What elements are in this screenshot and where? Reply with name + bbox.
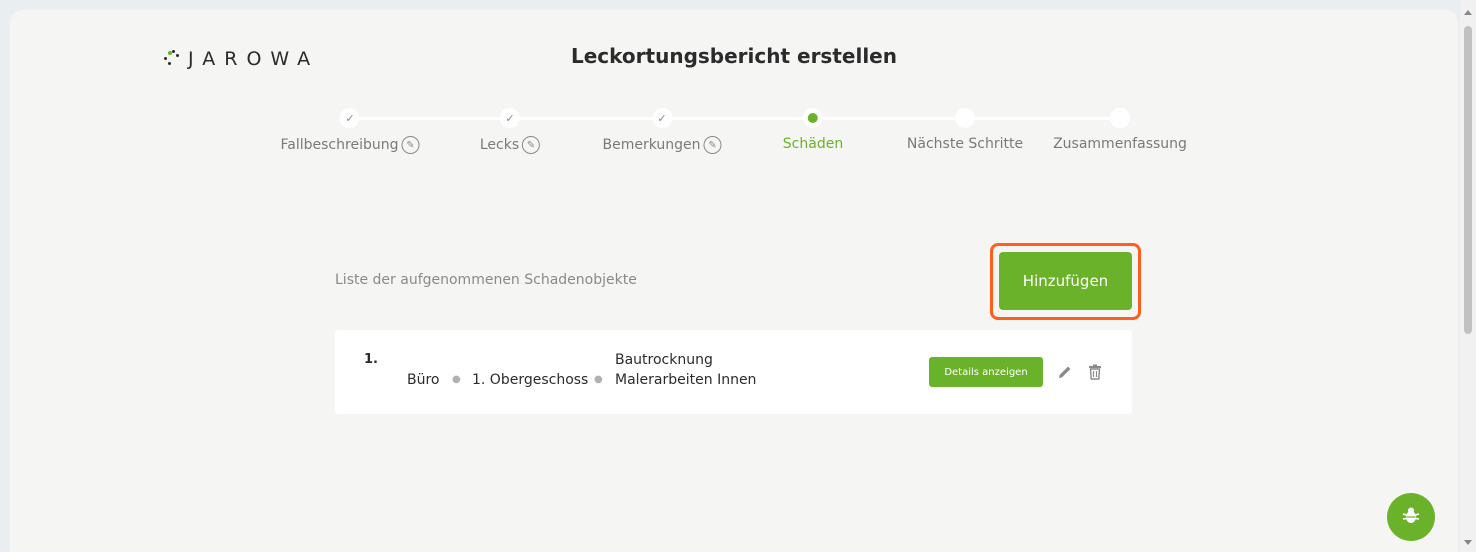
row-floor: 1. Obergeschoss (472, 372, 589, 388)
step-label: Zusammenfassung (1053, 136, 1187, 152)
scroll-thumb[interactable] (1464, 26, 1472, 334)
trash-icon[interactable] (1086, 362, 1104, 382)
step-naechste-schritte[interactable]: Nächste Schritte (907, 108, 1023, 152)
details-button[interactable]: Details anzeigen (929, 357, 1043, 387)
damage-row: 1. Büro ● 1. Obergeschoss ● Bautrocknung… (335, 330, 1132, 414)
check-icon: ✓ (652, 108, 672, 128)
step-label: Fallbeschreibung (280, 137, 399, 153)
pencil-icon[interactable]: ✎ (522, 136, 541, 154)
step-label: Bemerkungen (602, 137, 701, 153)
bug-icon (1400, 504, 1422, 530)
add-button[interactable]: Hinzufügen (999, 252, 1132, 310)
pencil-icon[interactable]: ✎ (401, 136, 420, 154)
row-work: Bautrocknung (615, 352, 713, 368)
step-schaeden[interactable]: Schäden (783, 108, 843, 152)
pending-step-dot (1109, 108, 1130, 128)
step-bemerkungen[interactable]: ✓ Bemerkungen ✎ (602, 108, 722, 154)
step-fallbeschreibung[interactable]: ✓ Fallbeschreibung ✎ (281, 108, 420, 154)
check-icon: ✓ (499, 108, 520, 128)
page-title: Leckortungsbericht erstellen (571, 44, 897, 68)
bug-report-button[interactable] (1387, 493, 1435, 541)
row-room: Büro (407, 372, 440, 388)
step-lecks[interactable]: ✓ Lecks ✎ (479, 108, 541, 154)
pending-step-dot (954, 108, 975, 128)
scroll-down-icon[interactable] (1464, 540, 1472, 545)
main-card: JAROWA (10, 10, 1458, 552)
page-scrollbar[interactable] (1460, 0, 1476, 552)
separator-dot-icon: ● (452, 374, 461, 385)
step-zusammenfassung[interactable]: Zusammenfassung (1053, 108, 1187, 152)
row-number: 1. (364, 352, 378, 367)
check-icon: ✓ (340, 108, 360, 128)
step-label: Nächste Schritte (906, 136, 1024, 152)
step-label: Lecks (479, 137, 520, 153)
pencil-icon[interactable] (1056, 362, 1074, 382)
pencil-icon[interactable]: ✎ (703, 136, 722, 154)
damage-list-label: Liste der aufgenommenen Schadenobjekte (335, 272, 637, 288)
active-step-dot (802, 108, 823, 128)
step-label: Schäden (782, 136, 844, 152)
separator-dot-icon: ● (594, 374, 603, 385)
stepper: ✓ Fallbeschreibung ✎ ✓ Lecks ✎ ✓ Bemerku… (270, 108, 1200, 168)
scroll-up-icon[interactable] (1464, 10, 1472, 15)
row-work: Malerarbeiten Innen (615, 372, 757, 388)
